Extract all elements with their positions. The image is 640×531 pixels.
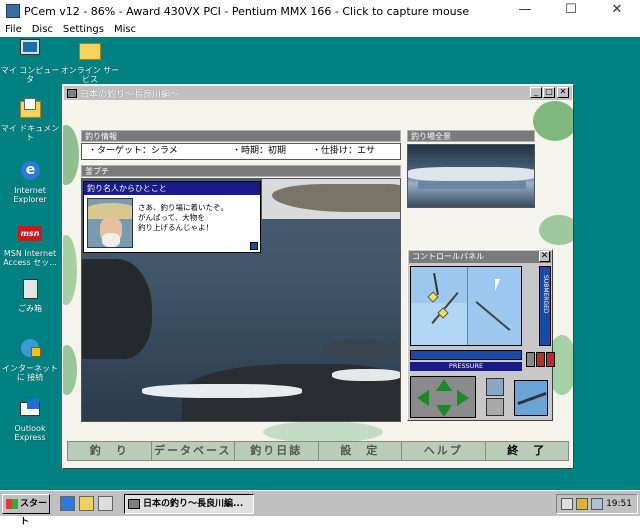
info-time: ・時期：初期 [232,146,287,156]
scenic-overview-photo [407,144,535,208]
control-panel-close-button[interactable]: ✕ [539,251,550,262]
taskbar: スタート 日本の釣り〜長良川編... 19:51 [0,490,640,527]
recycle-bin-icon [17,277,43,301]
windows-logo-icon [6,499,18,509]
info-panel-header: 釣り情報 [81,130,401,142]
minimize-button[interactable]: — [502,0,548,22]
my-computer-icon [17,39,43,63]
scenic-panel-header: 釣り場全景 [407,130,535,142]
task-label: 日本の釣り〜長良川編... [143,499,244,509]
taskbar-task-fishing-game[interactable]: 日本の釣り〜長良川編... [124,494,254,514]
rod-select-icon-1[interactable] [526,352,535,367]
control-panel-header: コントロールパネル [409,251,551,263]
reel-down-button[interactable] [486,398,504,416]
rod-select-icon-2[interactable] [536,352,545,367]
game-menu-bar: 釣 り データベース 釣り日誌 設 定 ヘルプ 終 了 [67,441,569,461]
start-label: スタート [20,499,48,527]
task-app-icon [128,499,140,509]
desktop-icon-my-documents[interactable]: マイ ドキュメント [0,97,60,142]
master-message-box: 釣り名人からひとこと さあ、釣り場に着いたぞ。 がんばって、大物を 釣り上げるん… [83,181,261,253]
desktop-icon-label: ごみ箱 [18,304,42,313]
rod-preview [514,380,548,416]
fishing-game-window: 日本の釣り〜長良川編〜 _ □ ✕ 釣り情報 ・ターゲット：シラメ ・時期：初期… [62,84,574,469]
maximize-button[interactable]: ☐ [548,0,594,22]
emulator-window: PCem v12 - 86% - Award 430VX PCI - Penti… [0,0,640,527]
internet-explorer-icon: e [17,159,43,183]
menu-file[interactable]: File [5,24,22,35]
desktop-icon-my-computer[interactable]: マイ コンピュータ [0,39,60,84]
direction-pad [410,376,476,418]
menu-help-button[interactable]: ヘルプ [402,442,486,460]
menu-misc[interactable]: Misc [114,24,136,35]
arrow-up-button[interactable] [436,379,452,391]
submerged-label: SUBMERGED [542,275,549,314]
quicklaunch-outlook-icon[interactable] [79,496,94,511]
folder-icon [77,39,103,63]
pcem-app-icon [6,4,20,18]
desktop: マイ コンピュータ オンライン サービス マイ ドキュメント e Interne… [0,37,640,490]
game-title: 日本の釣り〜長良川編〜 [80,89,180,100]
tray-network-icon[interactable] [561,498,573,510]
menu-fishing-button[interactable]: 釣 り [68,442,152,460]
connect-internet-icon [17,337,43,361]
menu-exit-button[interactable]: 終 了 [486,442,569,460]
tray-ime-icon[interactable] [591,498,603,510]
game-maximize-button[interactable]: □ [543,87,555,98]
desktop-icon-label: マイ ドキュメント [0,124,60,142]
system-tray: 19:51 [556,494,638,514]
game-minimize-button[interactable]: _ [530,87,542,98]
master-message-text: さあ、釣り場に着いたぞ。 がんばって、大物を 釣り上げるんじゃよ！ [138,203,228,232]
tray-clock[interactable]: 19:51 [606,495,632,513]
menu-settings[interactable]: Settings [63,24,104,35]
info-tackle: ・仕掛け：エサ [312,146,376,156]
close-button[interactable]: ✕ [594,0,640,22]
quicklaunch-ie-icon[interactable] [60,496,75,511]
desktop-icon-label: MSN Internet Access セッ... [3,249,57,267]
arrow-left-button[interactable] [417,390,429,406]
msn-icon: msn [17,222,43,246]
menu-database-button[interactable]: データベース [152,442,235,460]
arrow-right-button[interactable] [457,390,469,406]
emulator-title-bar[interactable]: PCem v12 - 86% - Award 430VX PCI - Penti… [0,0,640,22]
pressure-label: PRESSURE [410,362,522,371]
desktop-icon-outlook-express[interactable]: Outlook Express [0,397,60,442]
desktop-icon-connect-internet[interactable]: インターネットに 接続 [0,337,60,382]
message-header: 釣り名人からひとこと [84,182,260,195]
menu-diary-button[interactable]: 釣り日誌 [235,442,319,460]
rod-select-icon-3[interactable] [546,352,555,367]
desktop-icon-label: マイ コンピュータ [0,66,60,84]
desktop-icon-label: Internet Explorer [13,186,47,204]
desktop-icon-recycle-bin[interactable]: ごみ箱 [0,277,60,313]
mouse-cursor-icon [495,279,500,291]
tray-volume-icon[interactable] [576,498,588,510]
game-app-icon [67,88,77,98]
game-title-bar[interactable]: 日本の釣り〜長良川編〜 [64,86,572,100]
arrow-down-button[interactable] [436,405,452,417]
emulator-menu-bar: File Disc Settings Misc [0,22,640,37]
menu-disc[interactable]: Disc [32,24,53,35]
rod-view[interactable] [410,266,522,346]
control-panel: コントロールパネル ✕ SUBMERGED PRESSURE [407,249,555,421]
desktop-icon-label: オンライン サービス [60,66,120,84]
fishing-info-box: ・ターゲット：シラメ ・時期：初期 ・仕掛け：エサ [81,143,401,160]
desktop-icon-online-services[interactable]: オンライン サービス [60,39,120,84]
my-documents-icon [17,97,43,121]
info-target: ・ターゲット：シラメ [88,146,178,156]
next-message-button[interactable] [250,242,258,250]
start-button[interactable]: スタート [2,494,50,527]
desktop-icon-msn[interactable]: msn MSN Internet Access セッ... [0,222,60,267]
reel-up-button[interactable] [486,378,504,396]
emulator-title: PCem v12 - 86% - Award 430VX PCI - Penti… [24,4,470,18]
spot-panel-header: 釜ブチ [81,165,401,177]
desktop-icon-label: インターネットに 接続 [2,364,58,382]
pressure-gauge [410,350,522,360]
outlook-express-icon [17,397,43,421]
menu-settings-button[interactable]: 設 定 [319,442,402,460]
game-close-button[interactable]: ✕ [557,87,569,98]
submerged-gauge: SUBMERGED [539,266,551,346]
fishing-master-portrait [87,198,133,248]
desktop-icon-internet-explorer[interactable]: e Internet Explorer [0,159,60,204]
quicklaunch-desktop-icon[interactable] [98,496,113,511]
desktop-icon-label: Outlook Express [14,424,46,442]
